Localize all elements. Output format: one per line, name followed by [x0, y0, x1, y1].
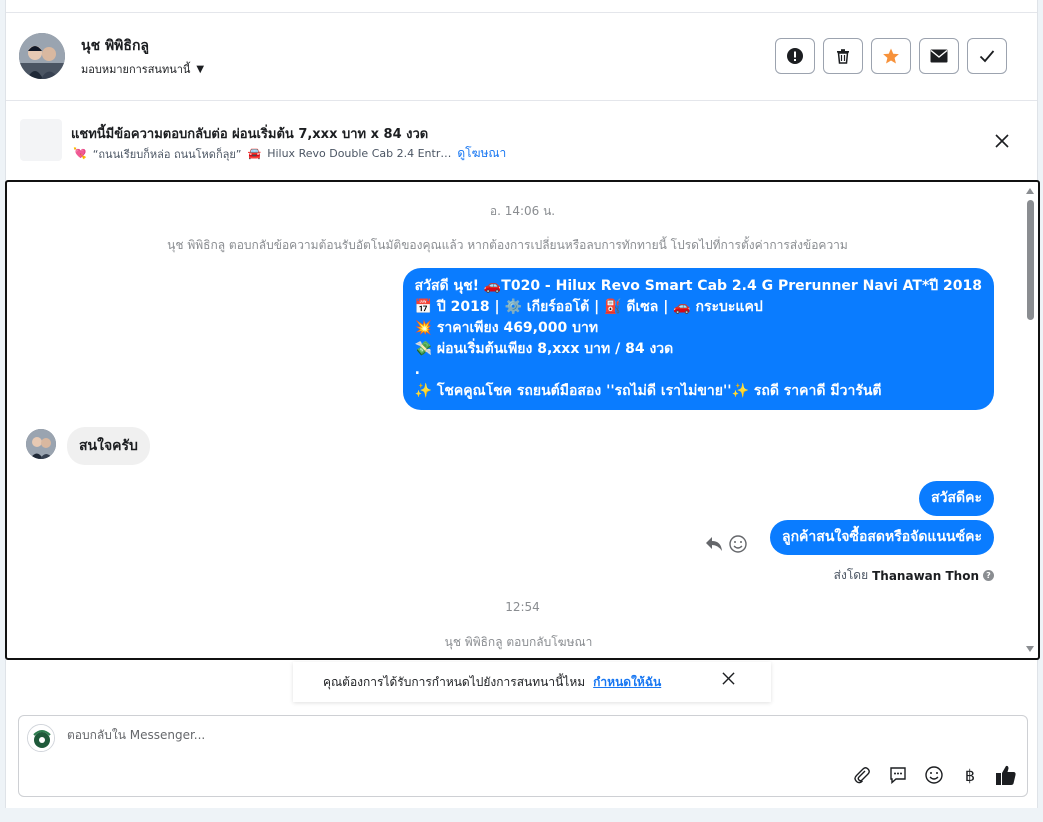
timestamp: อ. 14:06 น.	[489, 204, 556, 218]
contact-name[interactable]: นุช พิพิธิกลู	[81, 35, 149, 57]
mark-unread-button[interactable]	[919, 38, 959, 74]
close-icon	[722, 672, 735, 685]
saved-replies-button[interactable]	[887, 764, 909, 786]
conversation-header: นุช พิพิธิกลู มอบหมายการสนทนานี้ ▼	[6, 13, 1037, 101]
welcome-line: 📅 ปี 2018 | ⚙️ เกียร์ออโต้ | ⛽ ดีเซล | 🚗…	[414, 299, 763, 315]
assign-label: มอบหมายการสนทนานี้	[81, 63, 191, 76]
outgoing-message-bubble[interactable]: ลูกค้าสนใจซื้อสดหรือจัดแนนซ์คะ	[770, 520, 994, 555]
assign-to-me-link[interactable]: กำหนดให้ฉัน	[593, 673, 661, 692]
scroll-down-arrow-icon[interactable]	[1026, 646, 1034, 652]
ad-title: แชทนี้มีข้อความตอบกลับต่อ ผ่อนเริ่มต้น 7…	[71, 127, 429, 142]
reply-ad-notice: นุช พิพิธิกลู ตอบกลับโฆษณา	[444, 635, 593, 649]
check-icon	[979, 50, 995, 63]
scrollbar[interactable]	[1024, 186, 1036, 654]
ad-tagline: “ถนนเรียบก็หล่อ ถนนโหดก็ลุย”	[92, 147, 242, 161]
emoji-icon[interactable]	[729, 535, 747, 553]
alert-icon	[787, 48, 803, 64]
like-icon	[996, 765, 1016, 785]
sent-by-prefix: ส่งโดย	[833, 568, 869, 582]
contact-avatar-small[interactable]	[26, 429, 56, 459]
incoming-message-bubble[interactable]: สนใจครับ	[67, 427, 150, 465]
contact-avatar[interactable]	[19, 33, 65, 79]
welcome-line: สวัสดี นุช! 🚗T020 - Hilux Revo Smart Cab…	[414, 278, 982, 294]
emoji-icon	[925, 766, 943, 784]
close-icon	[995, 134, 1009, 148]
message-tools	[705, 535, 747, 553]
ad-subtitle: 💘 “ถนนเรียบก็หล่อ ถนนโหดก็ลุย” 🚘 Hilux R…	[73, 144, 506, 163]
star-button[interactable]	[871, 38, 911, 74]
sent-by-label: ส่งโดย Thanawan Thon ?	[834, 566, 994, 585]
timestamp: 12:54	[505, 600, 540, 614]
scrollbar-thumb[interactable]	[1027, 200, 1034, 320]
page-logo	[27, 724, 55, 752]
assign-prompt-text: คุณต้องการได้รับการกำหนดไปยังการสนทนานี้…	[323, 674, 586, 689]
like-button[interactable]	[995, 764, 1017, 786]
welcome-line: 💸 ผ่อนเริ่มต้นเพียง 8,xxx บาท / 84 งวด	[414, 341, 674, 357]
payment-button[interactable]: ฿	[959, 764, 981, 786]
welcome-line: ✨ โชคคูณโชค รถยนต์มือสอง ''รถไม่ดี เราไม…	[414, 383, 882, 399]
sender-name: Thanawan Thon	[872, 568, 979, 583]
view-ad-link[interactable]: ดูโฆษณา	[457, 144, 506, 163]
car-icon: 🚘	[247, 147, 262, 160]
close-assign-prompt-button[interactable]	[722, 672, 735, 688]
ad-product: Hilux Revo Double Cab 2.4 Entr…	[267, 147, 452, 160]
ad-thumbnail	[20, 119, 62, 161]
reply-input[interactable]	[67, 728, 767, 742]
welcome-line: .	[414, 362, 420, 378]
attach-button[interactable]	[851, 764, 873, 786]
mark-done-button[interactable]	[967, 38, 1007, 74]
message-thread[interactable]: อ. 14:06 น. นุช พิพิธิกลู ตอบกลับข้อความ…	[5, 180, 1040, 660]
system-notice: นุช พิพิธิกลู ตอบกลับข้อความต้อนรับอัตโน…	[167, 238, 848, 252]
attach-icon	[854, 767, 870, 784]
conversation-panel: นุช พิพิธิกลู มอบหมายการสนทนานี้ ▼ แชทนี…	[5, 0, 1040, 808]
star-icon	[883, 48, 899, 64]
saved-reply-icon	[890, 767, 906, 784]
mail-icon	[930, 49, 948, 63]
reply-icon[interactable]	[705, 536, 723, 552]
message-composer: ฿	[18, 715, 1028, 797]
help-icon[interactable]: ?	[983, 570, 994, 581]
trash-icon	[837, 49, 849, 64]
heart-icon: 💘	[73, 147, 87, 160]
scroll-up-arrow-icon[interactable]	[1026, 188, 1034, 194]
mark-spam-button[interactable]	[775, 38, 815, 74]
welcome-line: 💥 ราคาเพียง 469,000 บาท	[414, 320, 599, 336]
close-ad-banner-button[interactable]	[991, 130, 1013, 152]
assign-conversation-dropdown[interactable]: มอบหมายการสนทนานี้ ▼	[81, 60, 204, 78]
welcome-message-bubble[interactable]: สวัสดี นุช! 🚗T020 - Hilux Revo Smart Cab…	[402, 268, 994, 410]
assign-prompt: คุณต้องการได้รับการกำหนดไปยังการสนทนานี้…	[293, 662, 771, 702]
emoji-button[interactable]	[923, 764, 945, 786]
outgoing-message-bubble[interactable]: สวัสดีคะ	[919, 481, 994, 516]
caret-down-icon: ▼	[196, 63, 205, 75]
ad-context-banner: แชทนี้มีข้อความตอบกลับต่อ ผ่อนเริ่มต้น 7…	[6, 102, 1037, 178]
baht-icon: ฿	[964, 765, 976, 785]
header-actions	[775, 38, 1007, 74]
delete-button[interactable]	[823, 38, 863, 74]
composer-tools: ฿	[851, 764, 1017, 786]
